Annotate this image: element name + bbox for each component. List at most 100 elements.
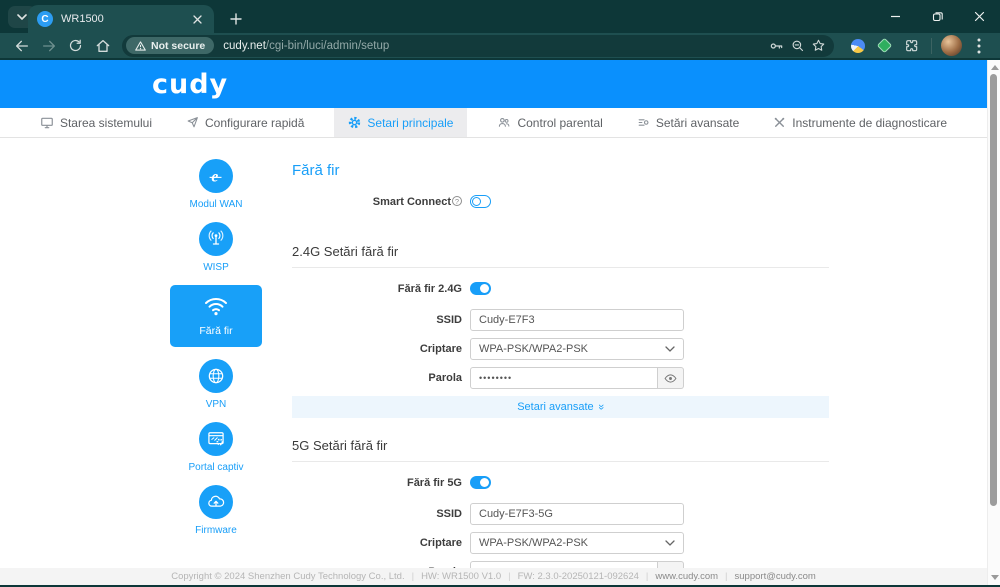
sidebar-item-vpn[interactable]: VPN: [199, 359, 233, 410]
nav-item-diagnostics[interactable]: Instrumente de diagnosticare: [769, 108, 951, 137]
puzzle-icon: [904, 38, 920, 54]
chevron-down-icon: [665, 540, 675, 546]
nav-item-system-status[interactable]: Starea sistemului: [36, 108, 156, 137]
scroll-up-arrow-icon[interactable]: [991, 65, 999, 70]
paper-plane-icon: [186, 116, 199, 129]
restore-icon: [932, 11, 943, 22]
wan-globe-icon: e: [205, 165, 227, 187]
warning-triangle-icon: [135, 41, 146, 51]
profile-button[interactable]: [938, 33, 965, 58]
sidebar-item-label: Portal captiv: [188, 462, 243, 473]
cudy-logo: cudy: [152, 69, 228, 100]
scrollbar-thumb[interactable]: [990, 74, 997, 506]
zoom-out-icon[interactable]: [790, 38, 805, 53]
firmware-version: FW: 2.3.0-20250121-092624: [518, 571, 639, 582]
tab-close-button[interactable]: [189, 11, 205, 27]
nav-label: Control parental: [517, 116, 602, 130]
sidebar-item-label: VPN: [206, 399, 227, 410]
encryption-5g-label: Criptare: [292, 537, 462, 549]
advanced-settings-link[interactable]: Setari avansate»: [292, 396, 829, 418]
chevron-down-icon: [17, 14, 27, 20]
plus-icon: [230, 13, 242, 25]
menu-button[interactable]: [965, 33, 992, 58]
url-path: /cgi-bin/luci/admin/setup: [266, 40, 389, 52]
sidebar-item-label: WISP: [203, 262, 229, 273]
hardware-version: HW: WR1500 V1.0: [421, 571, 501, 582]
page-scrollbar[interactable]: [987, 60, 1000, 585]
home-icon: [95, 38, 111, 54]
scroll-down-arrow-icon[interactable]: [991, 575, 999, 580]
show-password-24g-button[interactable]: [658, 367, 684, 389]
browser-tab[interactable]: C WR1500: [28, 5, 214, 33]
sidebar-item-label: Modul WAN: [190, 199, 243, 210]
nav-label: Setări avansate: [656, 116, 739, 130]
password-key-icon[interactable]: [768, 38, 784, 54]
extension-colorful-button[interactable]: [844, 33, 871, 58]
minimize-icon: [890, 11, 901, 22]
section-header-24g: 2.4G Setări fără fir: [292, 244, 829, 268]
browser-window: C WR1500 Not secure cudy.net/cgi-bin/luc…: [0, 0, 1000, 587]
chevron-down-icon: [665, 346, 675, 352]
cudy-site-link[interactable]: www.cudy.com: [655, 571, 718, 582]
sidebar-item-firmware[interactable]: Firmware: [195, 485, 237, 536]
reload-button[interactable]: [62, 33, 89, 58]
encryption-24g-select[interactable]: WPA-PSK/WPA2-PSK: [470, 338, 684, 360]
browser-toolbar: Not secure cudy.net/cgi-bin/luci/admin/s…: [0, 33, 1000, 60]
tools-icon: [773, 116, 786, 129]
encryption-5g-select[interactable]: WPA-PSK/WPA2-PSK: [470, 532, 684, 554]
ssid-24g-input[interactable]: [470, 309, 684, 331]
close-icon: [974, 11, 985, 22]
url-text[interactable]: cudy.net/cgi-bin/luci/admin/setup: [223, 40, 768, 52]
users-icon: [497, 116, 511, 129]
ssid-24g-label: SSID: [292, 314, 462, 326]
extensions-button[interactable]: [898, 33, 925, 58]
section-header-5g: 5G Setări fără fir: [292, 438, 829, 462]
toolbar-divider: [931, 38, 932, 54]
top-nav: Starea sistemului Configurare rapidă Set…: [0, 108, 987, 138]
kebab-menu-icon: [977, 38, 981, 54]
home-button[interactable]: [89, 33, 116, 58]
encryption-24g-label: Criptare: [292, 343, 462, 355]
help-icon[interactable]: ?: [452, 196, 462, 206]
nav-item-quick-setup[interactable]: Configurare rapidă: [182, 108, 308, 137]
wireless-24g-label: Fără fir 2.4G: [292, 283, 462, 295]
wifi-icon: [203, 296, 229, 316]
restore-button[interactable]: [916, 0, 958, 33]
security-chip-label: Not secure: [151, 40, 205, 52]
page-footer: Copyright © 2024 Shenzhen Cudy Technolog…: [0, 568, 987, 585]
close-window-button[interactable]: [958, 0, 1000, 33]
new-tab-button[interactable]: [224, 8, 248, 30]
nav-item-main-settings[interactable]: Setari principale: [334, 108, 467, 137]
extension-green-button[interactable]: [871, 33, 898, 58]
omnibox-actions: [768, 38, 826, 54]
wireless-5g-toggle[interactable]: [470, 476, 491, 489]
window-controls: [874, 0, 1000, 33]
nav-item-parental-control[interactable]: Control parental: [493, 108, 606, 137]
ssid-5g-input[interactable]: [470, 503, 684, 525]
bookmark-star-icon[interactable]: [811, 38, 826, 53]
minimize-button[interactable]: [874, 0, 916, 33]
back-button[interactable]: [8, 33, 35, 58]
sidebar-item-label: Firmware: [195, 525, 237, 536]
address-bar[interactable]: Not secure cudy.net/cgi-bin/luci/admin/s…: [122, 35, 834, 57]
gear-icon: [348, 116, 361, 129]
tab-strip: C WR1500: [0, 0, 1000, 33]
password-24g-input[interactable]: [470, 367, 658, 389]
sidebar-item-wan-mode[interactable]: e Modul WAN: [190, 159, 243, 210]
wireless-24g-toggle[interactable]: [470, 282, 491, 295]
cloud-upload-icon: [206, 492, 226, 512]
nav-label: Configurare rapidă: [205, 116, 304, 130]
support-email-link[interactable]: support@cudy.com: [735, 571, 816, 582]
close-icon: [193, 15, 202, 24]
smart-connect-toggle[interactable]: [470, 195, 491, 208]
sidebar-item-wisp[interactable]: WISP: [199, 222, 233, 273]
page-title: Fără fir: [292, 162, 829, 179]
router-admin-page: cudy Starea sistemului Configurare rapid…: [0, 60, 1000, 585]
cudy-favicon-icon: C: [37, 11, 53, 27]
sidebar-item-captive-portal[interactable]: Portal captiv: [188, 422, 243, 473]
sidebar-item-wireless[interactable]: Fără fir: [170, 285, 262, 347]
nav-item-advanced-settings[interactable]: Setări avansate: [633, 108, 743, 137]
security-chip[interactable]: Not secure: [126, 37, 214, 54]
forward-button[interactable]: [35, 33, 62, 58]
reload-icon: [68, 38, 83, 53]
